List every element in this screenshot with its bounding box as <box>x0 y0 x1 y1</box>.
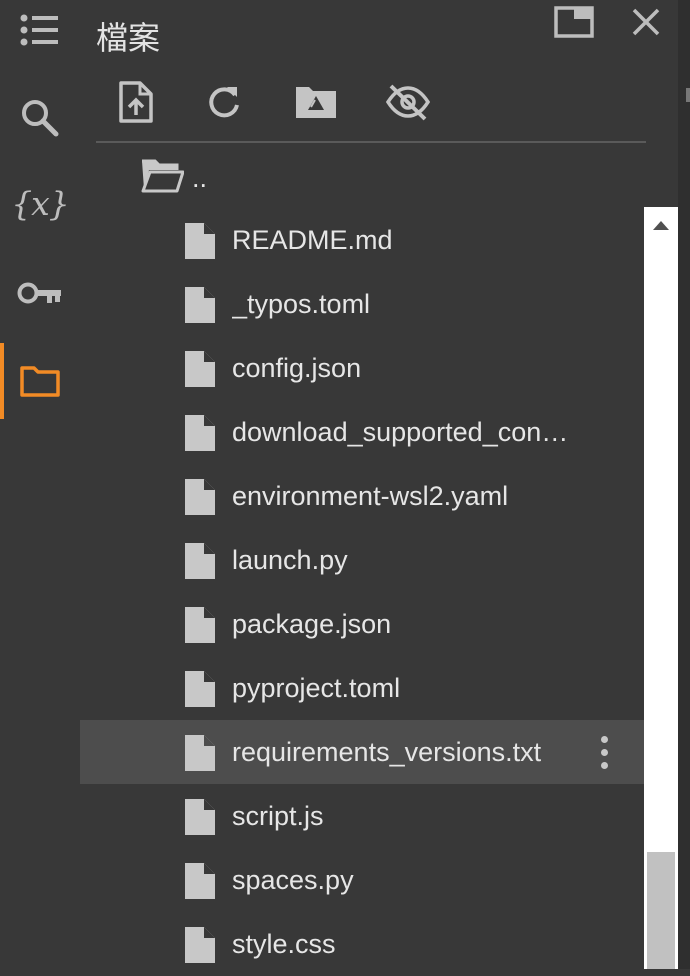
refresh-button[interactable] <box>200 78 248 126</box>
file-list-scrollbar[interactable] <box>644 207 678 969</box>
file-row-package[interactable]: package.json <box>80 592 644 656</box>
table-of-contents-button[interactable] <box>0 0 80 68</box>
scroll-up-arrow-icon[interactable] <box>644 207 678 243</box>
file-icon <box>185 543 215 579</box>
file-row-config[interactable]: config.json <box>80 336 644 400</box>
close-icon <box>632 8 660 36</box>
parent-directory-label: .. <box>192 163 208 193</box>
file-name: download_supported_con… <box>232 417 569 447</box>
file-name: spaces.py <box>232 865 354 895</box>
file-row-launch[interactable]: launch.py <box>80 528 644 592</box>
file-row-readme[interactable]: README.md <box>80 208 644 272</box>
file-name: launch.py <box>232 545 348 575</box>
file-name: _typos.toml <box>232 289 371 319</box>
mount-drive-button[interactable] <box>292 78 340 126</box>
search-button[interactable] <box>0 80 80 156</box>
file-icon <box>185 351 215 387</box>
list-icon <box>20 14 58 46</box>
file-row-script[interactable]: script.js <box>80 784 644 848</box>
scrollbar-thumb[interactable] <box>647 852 675 969</box>
key-icon <box>17 282 61 304</box>
new-window-button[interactable] <box>551 2 597 42</box>
side-rail: {x} <box>0 0 80 969</box>
file-name: requirements_versions.txt <box>232 737 542 767</box>
more-options-icon[interactable] <box>586 734 622 770</box>
toggle-hidden-files-button[interactable] <box>384 78 432 126</box>
close-button[interactable] <box>623 2 669 42</box>
variables-button[interactable]: {x} <box>0 165 80 241</box>
refresh-icon <box>209 87 239 118</box>
file-name: README.md <box>232 225 393 255</box>
file-icon <box>185 799 215 835</box>
file-name: script.js <box>232 801 324 831</box>
file-icon <box>185 607 215 643</box>
file-row-typos[interactable]: _typos.toml <box>80 272 644 336</box>
file-icon <box>185 863 215 899</box>
files-button[interactable] <box>0 343 80 419</box>
file-icon <box>185 671 215 707</box>
parent-directory-row[interactable]: .. <box>80 146 644 210</box>
upload-button[interactable] <box>112 78 160 126</box>
file-row-environment[interactable]: environment-wsl2.yaml <box>80 464 644 528</box>
file-name: package.json <box>232 609 392 639</box>
adjacent-panel-edge <box>678 0 690 969</box>
file-name: pyproject.toml <box>232 673 401 703</box>
eye-off-icon <box>385 84 431 121</box>
file-icon <box>185 927 215 963</box>
file-row-spaces[interactable]: spaces.py <box>80 848 644 912</box>
file-tree: .. README.md _typos.toml config.json dow… <box>80 146 644 969</box>
file-row-pyproject[interactable]: pyproject.toml <box>80 656 644 720</box>
file-row-download-supported[interactable]: download_supported_con… <box>80 400 644 464</box>
secrets-button[interactable] <box>0 255 80 331</box>
panel-edge-handle[interactable] <box>686 88 690 102</box>
file-icon <box>185 479 215 515</box>
variables-icon: {x} <box>11 183 70 223</box>
search-icon <box>22 100 59 137</box>
drive-folder-icon <box>296 87 336 118</box>
toolbar-divider <box>96 141 646 143</box>
file-icon <box>185 735 215 771</box>
window-icon <box>554 6 594 38</box>
file-upload-icon <box>119 81 153 123</box>
file-icon <box>185 415 215 451</box>
file-name: config.json <box>232 353 362 383</box>
folder-icon <box>20 366 60 397</box>
file-row-requirements-versions[interactable]: requirements_versions.txt <box>80 720 644 784</box>
file-icon <box>185 223 215 259</box>
file-name: style.css <box>232 929 336 959</box>
file-name: environment-wsl2.yaml <box>232 481 509 511</box>
file-icon <box>185 287 215 323</box>
file-row-style[interactable]: style.css <box>80 912 644 976</box>
panel-title: 檔案 <box>96 20 161 56</box>
folder-open-icon <box>141 159 184 193</box>
